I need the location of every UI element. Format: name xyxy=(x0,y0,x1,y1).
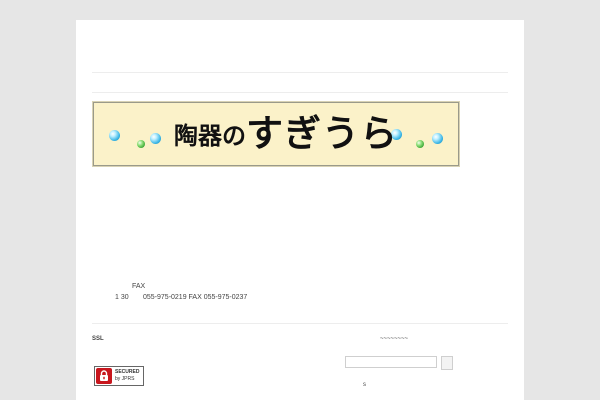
bead-icon xyxy=(137,140,145,148)
padlock-icon xyxy=(96,368,112,384)
header-divider-top xyxy=(92,72,508,73)
footer-right-label: ~~~~~~~~ xyxy=(380,336,409,342)
footer-divider xyxy=(92,323,508,324)
bead-icon xyxy=(150,133,161,144)
site-logo-banner[interactable]: 陶器のすぎうら xyxy=(93,102,459,166)
search-button[interactable] xyxy=(441,356,453,370)
bead-icon xyxy=(109,130,120,141)
bead-icon xyxy=(432,133,443,144)
footer-left-label: SSL xyxy=(92,336,104,342)
ssl-seal[interactable]: SECURED by JPRS xyxy=(94,366,144,386)
footer-bottom-char: s xyxy=(363,382,366,388)
phone-fax-numbers: 055-975-0219 FAX 055-975-0237 xyxy=(143,294,248,301)
business-hours: 1 30 xyxy=(115,294,129,301)
header-divider-bottom xyxy=(92,92,508,93)
bead-icon xyxy=(416,140,424,148)
ssl-seal-text: SECURED by JPRS xyxy=(115,369,140,382)
page-content: 陶器のすぎうら FAX 1 30 055-975-0219 FAX 055-97… xyxy=(76,20,524,400)
fax-label: FAX xyxy=(132,283,146,290)
search-input[interactable] xyxy=(345,356,437,368)
site-logo-text: 陶器のすぎうら xyxy=(174,111,398,155)
